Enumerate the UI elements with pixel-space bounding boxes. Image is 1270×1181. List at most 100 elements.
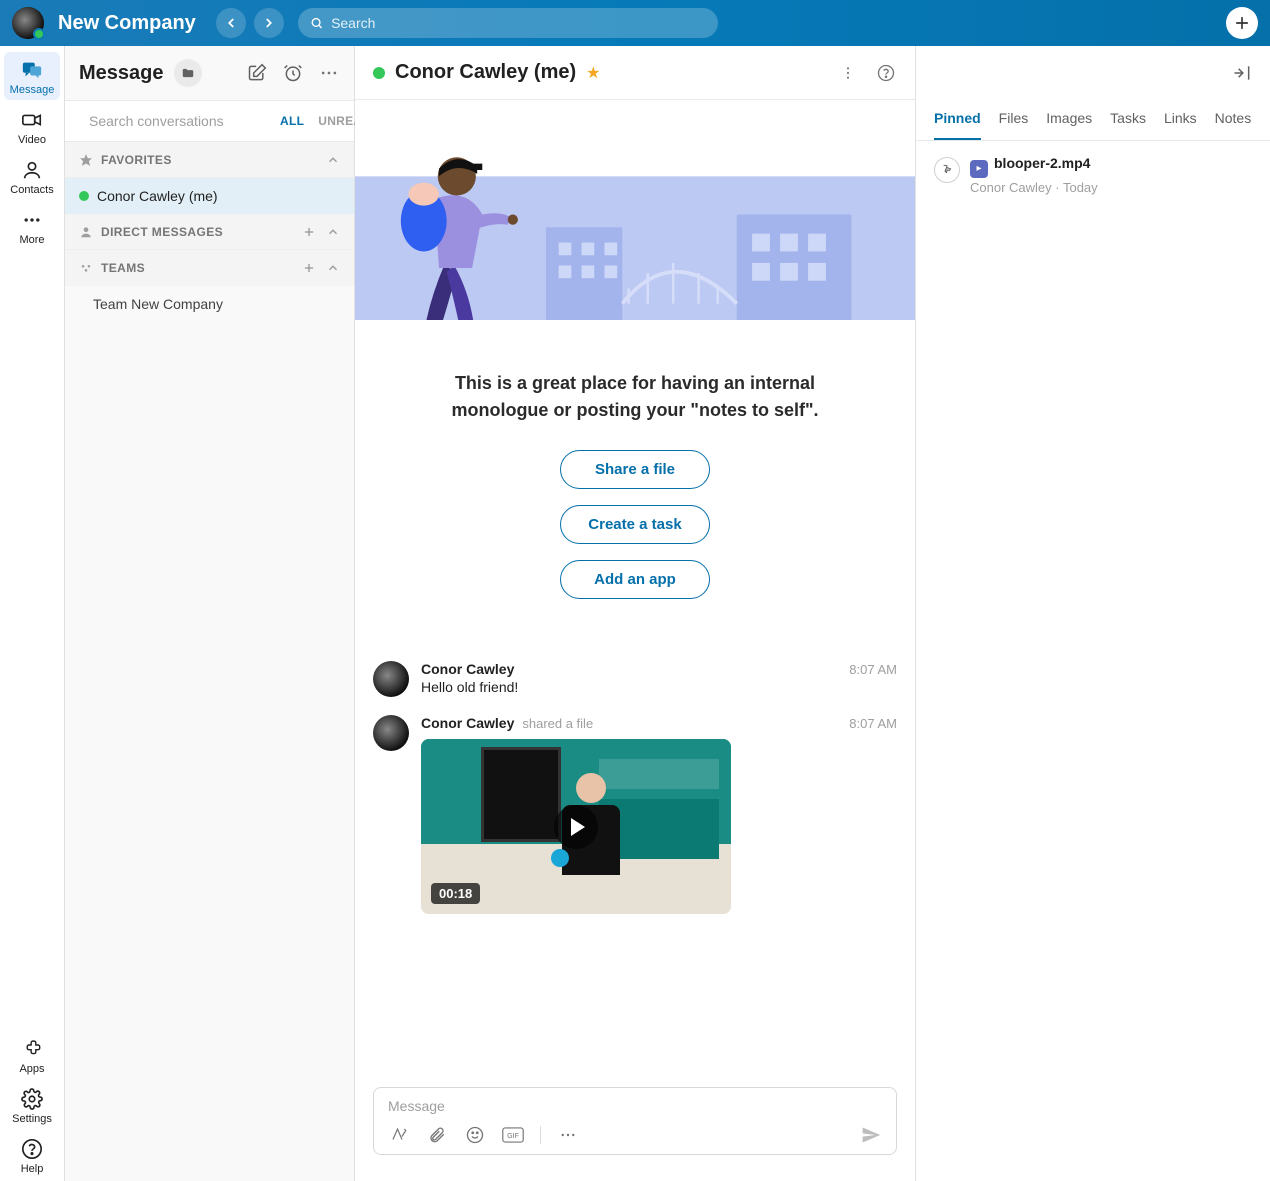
format-icon [390, 1126, 408, 1144]
company-name: New Company [58, 12, 196, 35]
clock-icon [283, 63, 303, 83]
snooze-button[interactable] [282, 62, 304, 84]
rail-more[interactable]: More [4, 202, 60, 250]
tab-pinned[interactable]: Pinned [934, 100, 981, 140]
conversation-item-self[interactable]: Conor Cawley (me) [65, 178, 354, 214]
section-direct-messages[interactable]: DIRECT MESSAGES [65, 214, 354, 250]
filter-all[interactable]: ALL [280, 114, 304, 128]
rail-message[interactable]: Message [4, 52, 60, 100]
convlist-title: Message [79, 62, 164, 85]
gear-icon [20, 1087, 44, 1111]
chat-scroll-area[interactable]: This is a great place for having an inte… [355, 100, 915, 1073]
avatar[interactable] [373, 715, 409, 751]
tab-links[interactable]: Links [1164, 100, 1197, 140]
nav-back-button[interactable] [216, 8, 246, 38]
more-horizontal-icon [559, 1126, 577, 1144]
attach-button[interactable] [426, 1124, 448, 1146]
rail-video[interactable]: Video [4, 102, 60, 150]
favorite-toggle[interactable]: ★ [586, 63, 600, 83]
team-item[interactable]: Team New Company [65, 286, 354, 322]
plus-icon[interactable] [302, 225, 316, 239]
tab-files[interactable]: Files [999, 100, 1029, 140]
message-time: 8:07 AM [849, 716, 897, 731]
message-text: Hello old friend! [421, 679, 897, 695]
create-task-button[interactable]: Create a task [560, 505, 710, 544]
intro-text: This is a great place for having an inte… [425, 370, 845, 424]
message-author: Conor Cawley [421, 661, 514, 677]
gif-button[interactable]: GIF [502, 1124, 524, 1146]
message-input[interactable] [388, 1098, 882, 1114]
avatar[interactable] [373, 661, 409, 697]
message-author: Conor Cawley [421, 715, 514, 731]
hero-illustration [355, 100, 915, 320]
paperclip-icon [428, 1126, 446, 1144]
conversation-list-panel: Message ALL UNREAD [65, 46, 355, 1181]
video-file-icon: ▸ [970, 160, 988, 178]
message-subtitle: shared a file [522, 716, 593, 731]
chevron-right-icon [262, 16, 276, 30]
rail-settings[interactable]: Settings [4, 1081, 60, 1129]
team-icon [79, 261, 93, 275]
gif-icon: GIF [502, 1126, 524, 1144]
video-thumbnail[interactable]: 00:18 [421, 739, 731, 914]
nav-forward-button[interactable] [254, 8, 284, 38]
message-composer[interactable]: GIF [373, 1087, 897, 1155]
star-icon [79, 153, 93, 167]
presence-indicator [373, 67, 385, 79]
share-file-button[interactable]: Share a file [560, 450, 710, 489]
collapse-panel-button[interactable] [1232, 63, 1252, 83]
compose-icon [247, 63, 267, 83]
chevron-left-icon [224, 16, 238, 30]
conversation-search-input[interactable] [89, 113, 270, 129]
emoji-icon [466, 1126, 484, 1144]
section-teams[interactable]: TEAMS [65, 250, 354, 286]
nav-rail: Message Video Contacts More Apps [0, 46, 65, 1181]
convlist-more-button[interactable] [318, 62, 340, 84]
tab-tasks[interactable]: Tasks [1110, 100, 1146, 140]
section-favorites[interactable]: FAVORITES [65, 142, 354, 178]
rail-apps[interactable]: Apps [4, 1031, 60, 1079]
app-header: New Company [0, 0, 1270, 46]
chevron-up-icon[interactable] [326, 261, 340, 275]
global-search-input[interactable] [331, 15, 706, 31]
convlist-header: Message [65, 46, 354, 100]
convlist-filter-bar: ALL UNREAD [65, 100, 354, 142]
svg-text:GIF: GIF [507, 1133, 519, 1140]
message-item: Conor Cawley 8:07 AM Hello old friend! [373, 661, 897, 697]
search-icon [310, 16, 323, 30]
send-button[interactable] [860, 1124, 882, 1146]
composer-more-button[interactable] [557, 1124, 579, 1146]
chat-help-button[interactable] [875, 62, 897, 84]
emoji-button[interactable] [464, 1124, 486, 1146]
more-horizontal-icon [319, 63, 339, 83]
pin-icon [934, 157, 960, 183]
chat-title: Conor Cawley (me) [395, 61, 576, 84]
global-search[interactable] [298, 8, 718, 38]
help-icon [20, 1137, 44, 1161]
profile-avatar[interactable] [12, 7, 44, 39]
chevron-up-icon[interactable] [326, 153, 340, 167]
tab-images[interactable]: Images [1046, 100, 1092, 140]
collapse-icon [1232, 63, 1252, 83]
add-app-button[interactable]: Add an app [560, 560, 710, 599]
new-button[interactable] [1226, 7, 1258, 39]
tab-notes[interactable]: Notes [1215, 100, 1252, 140]
intro-block: This is a great place for having an inte… [355, 320, 915, 651]
apps-icon [20, 1037, 44, 1061]
folder-button[interactable] [174, 59, 202, 87]
right-panel: Pinned Files Images Tasks Links Notes ▸b… [916, 46, 1270, 1181]
rail-help[interactable]: Help [4, 1131, 60, 1179]
pinned-item[interactable]: ▸blooper-2.mp4 Conor Cawley · Today [916, 141, 1270, 209]
rail-contacts[interactable]: Contacts [4, 152, 60, 200]
folder-icon [181, 66, 195, 80]
right-panel-tabs: Pinned Files Images Tasks Links Notes [916, 100, 1270, 141]
chat-more-button[interactable] [837, 62, 859, 84]
chevron-up-icon[interactable] [326, 225, 340, 239]
send-icon [861, 1125, 881, 1145]
chat-header: Conor Cawley (me) ★ [355, 46, 915, 100]
compose-button[interactable] [246, 62, 268, 84]
presence-indicator [79, 191, 89, 201]
plus-icon[interactable] [302, 261, 316, 275]
format-button[interactable] [388, 1124, 410, 1146]
plus-icon [1233, 14, 1251, 32]
